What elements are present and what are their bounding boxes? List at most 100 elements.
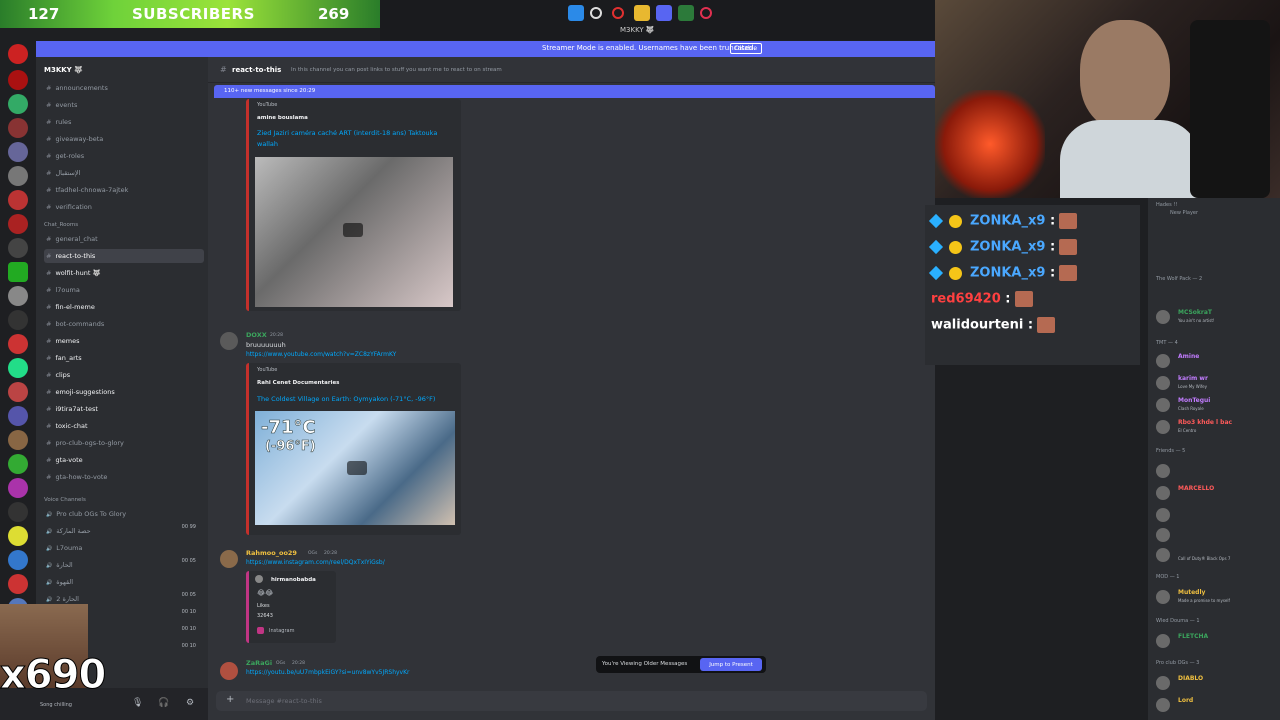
- server-icon[interactable]: [8, 526, 28, 546]
- member-item[interactable]: Call of Duty® Black Ops 7: [1156, 546, 1280, 566]
- server-icon[interactable]: [8, 286, 28, 306]
- opera-gx-icon[interactable]: [700, 7, 712, 19]
- server-icon[interactable]: [8, 238, 28, 258]
- channel-item[interactable]: # wolfit-hunt 🐺: [44, 266, 204, 280]
- app-icon[interactable]: [678, 5, 694, 21]
- channel-item[interactable]: # clips: [44, 368, 204, 382]
- video-thumbnail[interactable]: [255, 157, 453, 307]
- channel-item[interactable]: # rules: [44, 115, 204, 129]
- voice-channel-item[interactable]: 🔊 L7ouma: [44, 541, 204, 555]
- category-chat-rooms[interactable]: Chat_Rooms: [44, 222, 78, 228]
- channel-topic[interactable]: In this channel you can post links to st…: [291, 67, 502, 73]
- server-icon[interactable]: [8, 406, 28, 426]
- member-item[interactable]: [1156, 506, 1280, 526]
- server-icon[interactable]: [8, 454, 28, 474]
- discord-icon[interactable]: [656, 5, 672, 21]
- member-item[interactable]: Rbo3 khde l bac El Centro: [1156, 418, 1280, 438]
- server-icon[interactable]: [8, 334, 28, 354]
- channel-item[interactable]: # gta-how-to-vote: [44, 470, 204, 484]
- channel-item[interactable]: # get-roles: [44, 149, 204, 163]
- voice-channel-item[interactable]: 🔊 Pro club OGs To Glory: [44, 507, 204, 521]
- add-attachment-icon[interactable]: +: [226, 694, 234, 705]
- channel-item[interactable]: # pro-club-ogs-to-glory: [44, 436, 204, 450]
- username[interactable]: Rahmoo_oo29: [246, 549, 297, 557]
- message-link[interactable]: https://www.instagram.com/reel/DQxTxIYiG…: [246, 559, 385, 566]
- embed-author[interactable]: Rahi Cenet Documentaries: [257, 380, 339, 386]
- server-icon[interactable]: [8, 166, 28, 186]
- server-icon[interactable]: [8, 214, 28, 234]
- member-item[interactable]: karim wr Love My Wifey: [1156, 374, 1280, 394]
- server-icon[interactable]: [8, 550, 28, 570]
- voice-channel-item[interactable]: 🔊 القهوة: [44, 575, 204, 589]
- member-item[interactable]: DIABLO: [1156, 674, 1280, 694]
- gear-icon[interactable]: ⚙: [186, 698, 194, 708]
- member-item[interactable]: Amine: [1156, 352, 1280, 372]
- server-icon[interactable]: [8, 70, 28, 90]
- category-voice-channels[interactable]: Voice Channels: [44, 497, 86, 503]
- channel-item[interactable]: # toxic-chat: [44, 419, 204, 433]
- channel-item[interactable]: # verification: [44, 200, 204, 214]
- member-item[interactable]: MARCELLO: [1156, 484, 1280, 504]
- channel-item[interactable]: # memes: [44, 334, 204, 348]
- server-icon[interactable]: [8, 430, 28, 450]
- avatar[interactable]: [220, 550, 238, 568]
- play-icon[interactable]: [347, 461, 367, 475]
- channel-item[interactable]: # announcements: [44, 81, 204, 95]
- new-messages-bar[interactable]: 110+ new messages since 20:29: [214, 85, 935, 98]
- member-item[interactable]: MonTegui Clash Royale: [1156, 396, 1280, 416]
- windows-start-icon[interactable]: [568, 5, 584, 21]
- kick-icon[interactable]: [8, 262, 28, 282]
- server-icon[interactable]: [8, 142, 28, 162]
- server-icon[interactable]: [8, 94, 28, 114]
- avatar[interactable]: [220, 662, 238, 680]
- channel-item[interactable]: # الإستقبال: [44, 166, 204, 180]
- channel-item[interactable]: # fin-el-meme: [44, 300, 204, 314]
- channel-item[interactable]: # giveaway-beta: [44, 132, 204, 146]
- avatar[interactable]: [220, 332, 238, 350]
- embed-author[interactable]: amine bouslama: [257, 115, 308, 121]
- embed-title[interactable]: Zied Jaziri caméra caché ART (interdit-1…: [257, 128, 457, 150]
- channel-item[interactable]: # i9tira7at-test: [44, 402, 204, 416]
- voice-channel-item[interactable]: 🔊 حصة الماركة 00 99: [44, 524, 204, 538]
- mic-icon[interactable]: 🎙: [132, 698, 143, 708]
- server-icon[interactable]: [8, 310, 28, 330]
- disable-streamer-mode-button[interactable]: Disable: [730, 43, 762, 54]
- server-icon[interactable]: [8, 358, 28, 378]
- member-item[interactable]: [1156, 462, 1280, 482]
- message-link[interactable]: https://youtu.be/uU7mbpkEiGY?si=unv8wYv5…: [246, 669, 410, 676]
- server-icon[interactable]: [8, 44, 28, 64]
- member-item[interactable]: MCSokraT You ain't no artist!: [1156, 308, 1280, 328]
- channel-item[interactable]: # tfadhel-chnowa-7ajtek: [44, 183, 204, 197]
- member-item[interactable]: Lord: [1156, 696, 1280, 716]
- channel-item[interactable]: # general_chat: [44, 232, 204, 246]
- server-icon[interactable]: [8, 478, 28, 498]
- guild-name[interactable]: M3KKY 🐺: [44, 66, 83, 74]
- video-thumbnail[interactable]: -71°C (-96°F): [255, 411, 455, 525]
- channel-item[interactable]: # fan_arts: [44, 351, 204, 365]
- message-link[interactable]: https://www.youtube.com/watch?v=ZC8zYFAr…: [246, 351, 396, 358]
- server-icon[interactable]: [8, 382, 28, 402]
- username[interactable]: DOXX: [246, 331, 267, 339]
- channel-item[interactable]: # bot-commands: [44, 317, 204, 331]
- server-icon[interactable]: [8, 502, 28, 522]
- opera-icon[interactable]: [612, 7, 624, 19]
- channel-item[interactable]: # emoji-suggestions: [44, 385, 204, 399]
- jump-to-present-button[interactable]: Jump to Present: [700, 658, 762, 671]
- embed-author[interactable]: hirmanobabda: [271, 577, 316, 583]
- server-icon[interactable]: [8, 118, 28, 138]
- member-item[interactable]: Mutedly Made a promise to myself: [1156, 588, 1280, 608]
- channel-item[interactable]: # l7ouma: [44, 283, 204, 297]
- channel-item[interactable]: # react-to-this: [44, 249, 204, 263]
- channel-item[interactable]: # events: [44, 98, 204, 112]
- server-icon[interactable]: [8, 190, 28, 210]
- play-icon[interactable]: [343, 223, 363, 237]
- message-input[interactable]: [246, 695, 806, 707]
- voice-channel-item[interactable]: 🔊 الحارة 00 05: [44, 558, 204, 572]
- headphones-icon[interactable]: 🎧: [158, 698, 169, 708]
- username[interactable]: ZaRaGi: [246, 659, 272, 667]
- member-item[interactable]: [1156, 526, 1280, 546]
- channel-item[interactable]: # gta-vote: [44, 453, 204, 467]
- folder-icon[interactable]: [634, 5, 650, 21]
- search-icon[interactable]: [590, 7, 602, 19]
- server-icon[interactable]: [8, 574, 28, 594]
